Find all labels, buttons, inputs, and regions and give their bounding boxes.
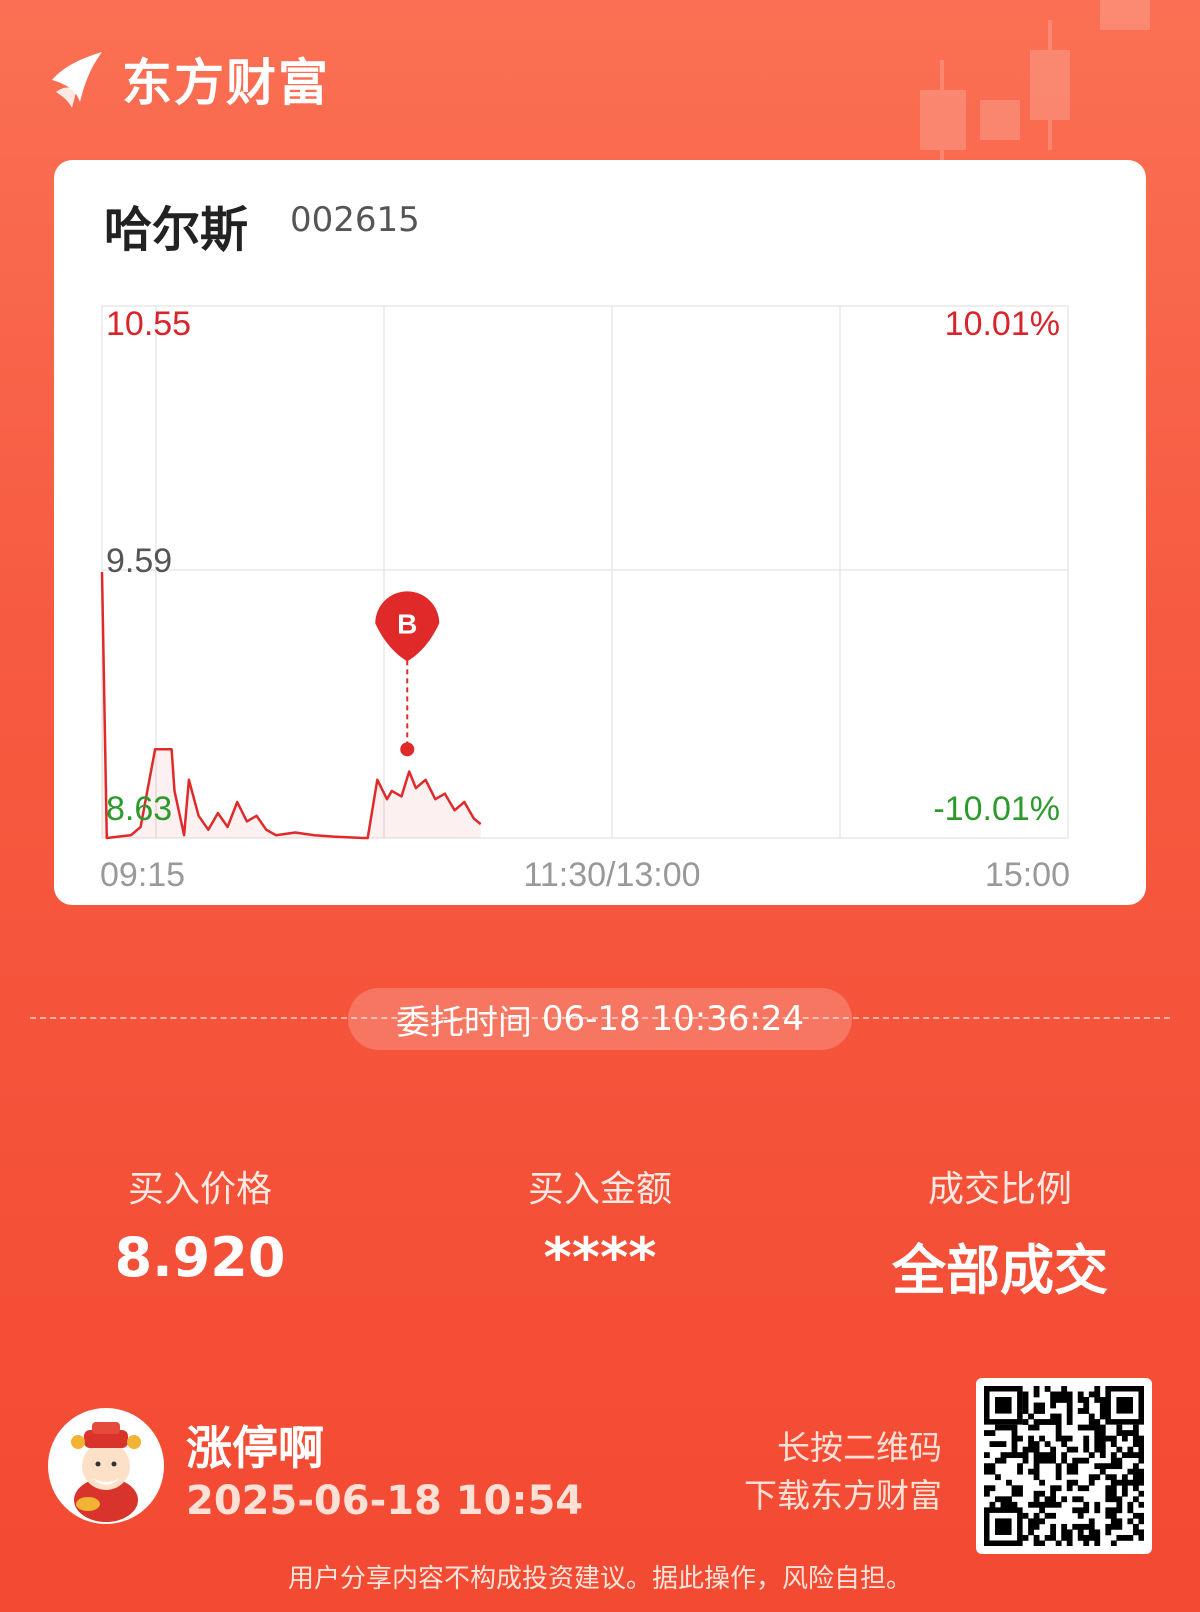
qr-code[interactable] (976, 1378, 1152, 1554)
user-name: 涨停啊 (186, 1421, 324, 1475)
order-time-pill: 委托时间 06-18 10:36:24 (348, 988, 852, 1050)
buy-amount-label: 买入金额 (527, 1169, 672, 1210)
time-mid-label: 11:30/13:00 (523, 856, 700, 894)
pct-top-label: 10.01% (945, 305, 1060, 343)
buy-marker[interactable]: B (375, 591, 440, 757)
fill-ratio-value: 全部成交 (892, 1239, 1108, 1302)
order-time-label: 委托时间 (395, 1002, 532, 1043)
buy-amount-value: **** (543, 1226, 657, 1289)
caishen-avatar-icon (71, 1422, 141, 1522)
price-mid-label: 9.59 (106, 542, 172, 580)
app-logo: 东方财富 (46, 44, 330, 114)
eastmoney-logo-icon (52, 52, 102, 108)
qr-code-icon (984, 1386, 1144, 1546)
marker-label: B (397, 608, 417, 639)
marker-dot (400, 742, 415, 757)
chart-grid (101, 305, 1069, 839)
fill-ratio-stat: 成交比例 全部成交 (880, 1160, 1120, 1305)
qr-hint-line1: 长按二维码 (777, 1428, 942, 1467)
buy-price-label: 买入价格 (127, 1169, 272, 1210)
qr-hint-line2: 下载东方财富 (744, 1476, 942, 1515)
fill-ratio-label: 成交比例 (927, 1169, 1072, 1210)
buy-price-value: 8.920 (114, 1226, 286, 1289)
pct-bottom-label: -10.01% (933, 790, 1060, 828)
stock-chart-card: 哈尔斯 002615 B 10.55 9.59 8.63 10.01% -10.… (54, 160, 1146, 905)
buy-price-stat: 买入价格 8.920 (100, 1160, 300, 1289)
buy-amount-stat: 买入金额 **** (500, 1160, 700, 1289)
app-name: 东方财富 (122, 54, 330, 112)
price-top-label: 10.55 (106, 305, 191, 343)
time-end-label: 15:00 (985, 856, 1070, 894)
share-datetime: 2025-06-18 10:54 (186, 1478, 584, 1524)
price-bottom-label: 8.63 (106, 790, 172, 828)
avatar[interactable] (48, 1408, 164, 1524)
disclaimer: 用户分享内容不构成投资建议。据此操作，风险自担。 (287, 1564, 912, 1594)
time-start-label: 09:15 (100, 856, 185, 894)
qr-hint: 长按二维码 下载东方财富 (744, 1424, 942, 1520)
order-time-value: 06-18 10:36:24 (541, 999, 805, 1039)
intraday-chart: B 10.55 9.59 8.63 10.01% -10.01% 09:15 1… (100, 305, 1070, 894)
